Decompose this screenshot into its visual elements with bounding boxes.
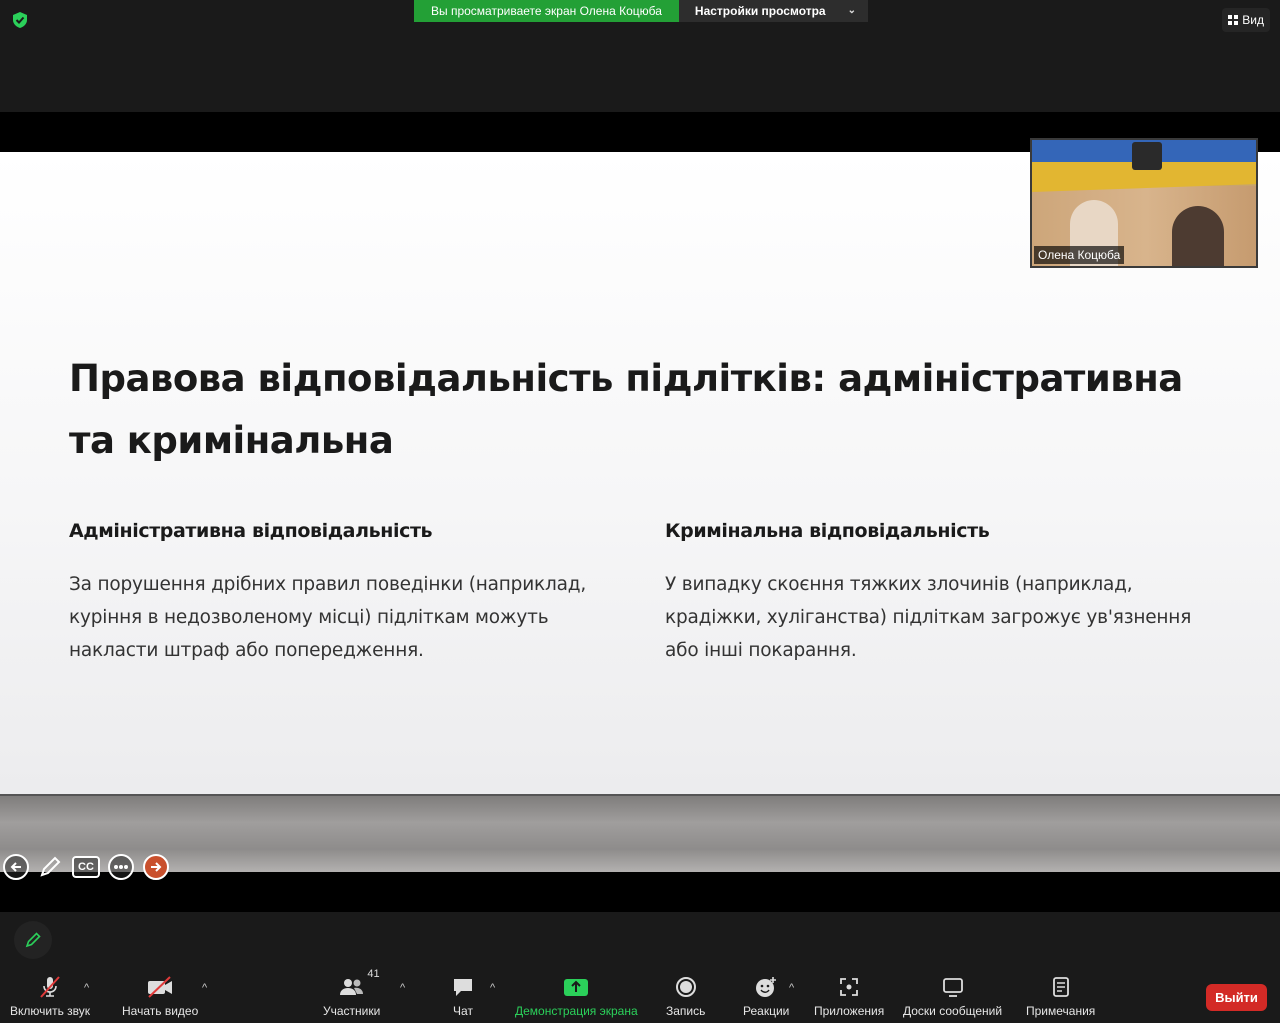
admin-heading: Адміністративна відповідальність bbox=[69, 520, 433, 542]
participants-options-caret-icon[interactable]: ^ bbox=[400, 982, 405, 994]
share-screen-label: Демонстрация экрана bbox=[515, 1004, 638, 1018]
next-slide-icon[interactable] bbox=[143, 854, 169, 880]
chat-button[interactable]: Чат bbox=[451, 974, 475, 1018]
share-screen-button[interactable]: Демонстрация экрана bbox=[515, 974, 638, 1018]
admin-column: Адміністративна відповідальність За пору… bbox=[69, 520, 629, 667]
closed-captions-button[interactable]: CC bbox=[72, 856, 100, 878]
slide-footer-image bbox=[0, 794, 1280, 872]
participant-person-2 bbox=[1172, 206, 1224, 266]
leave-button[interactable]: Выйти bbox=[1206, 984, 1267, 1011]
reactions-label: Реакции bbox=[743, 1004, 790, 1018]
notes-label: Примечания bbox=[1026, 1004, 1096, 1018]
unmute-label: Включить звук bbox=[10, 1004, 91, 1018]
whiteboards-button[interactable]: Доски сообщений bbox=[903, 974, 1002, 1018]
previous-slide-icon[interactable] bbox=[3, 854, 29, 880]
start-video-button[interactable]: Начать видео bbox=[122, 974, 198, 1018]
view-settings-label: Настройки просмотра bbox=[694, 4, 826, 18]
chat-bubble-icon bbox=[451, 974, 475, 1000]
record-label: Запись bbox=[666, 1004, 706, 1018]
reactions-options-caret-icon[interactable]: ^ bbox=[789, 982, 794, 994]
participants-label: Участники bbox=[323, 1004, 381, 1018]
whiteboard-icon bbox=[941, 974, 965, 1000]
camera-off-icon bbox=[146, 974, 174, 1000]
viewing-screen-label: Вы просматриваете экран Олена Коцюба bbox=[414, 0, 679, 22]
zoom-window: Вы просматриваете экран Олена Коцюба Нас… bbox=[0, 0, 1280, 1023]
participants-icon: 41 bbox=[338, 968, 380, 1000]
participant-video-thumbnail[interactable]: Олена Коцюба bbox=[1030, 138, 1258, 268]
pen-icon[interactable] bbox=[37, 854, 63, 880]
whiteboards-label: Доски сообщений bbox=[903, 1004, 1003, 1018]
record-icon bbox=[675, 974, 697, 1000]
audio-options-caret-icon[interactable]: ^ bbox=[84, 982, 89, 994]
security-shield-icon[interactable] bbox=[11, 11, 29, 29]
admin-text: За порушення дрібних правил поведінки (н… bbox=[69, 574, 587, 661]
pencil-icon bbox=[25, 932, 41, 948]
participant-name-label: Олена Коцюба bbox=[1034, 246, 1125, 264]
grid-icon bbox=[1228, 15, 1239, 25]
trident-emblem bbox=[1132, 142, 1162, 170]
criminal-heading: Кримінальна відповідальність bbox=[665, 520, 990, 542]
apps-label: Приложения bbox=[814, 1004, 885, 1018]
video-options-caret-icon[interactable]: ^ bbox=[202, 982, 207, 994]
view-settings-button[interactable]: Настройки просмотра ⌄ bbox=[678, 0, 868, 22]
apps-icon bbox=[838, 974, 860, 1000]
view-button[interactable]: Вид bbox=[1222, 8, 1270, 32]
notes-icon bbox=[1051, 974, 1071, 1000]
screen-share-banner: Вы просматриваете экран Олена Коцюба Нас… bbox=[414, 0, 868, 22]
meeting-toolbar: Включить звук ^ Начать видео ^ 41 Участн… bbox=[0, 966, 1280, 1023]
microphone-muted-icon bbox=[37, 974, 63, 1000]
annotate-pen-button[interactable] bbox=[14, 921, 52, 959]
view-label: Вид bbox=[1242, 13, 1264, 27]
participants-count: 41 bbox=[367, 968, 380, 980]
unmute-button[interactable]: Включить звук bbox=[10, 974, 90, 1018]
start-video-label: Начать видео bbox=[122, 1004, 199, 1018]
chat-options-caret-icon[interactable]: ^ bbox=[490, 982, 495, 994]
chat-label: Чат bbox=[453, 1004, 473, 1018]
share-screen-icon bbox=[563, 974, 589, 1000]
more-options-icon[interactable] bbox=[108, 854, 134, 880]
slide-title: Правова відповідальність підлітків: адмі… bbox=[69, 357, 1183, 462]
notes-button[interactable]: Примечания bbox=[1026, 974, 1095, 1018]
record-button[interactable]: Запись bbox=[666, 974, 705, 1018]
apps-button[interactable]: Приложения bbox=[814, 974, 884, 1018]
criminal-text: У випадку скоєння тяжких злочинів (напри… bbox=[665, 574, 1192, 661]
criminal-column: Кримінальна відповідальність У випадку с… bbox=[665, 520, 1225, 667]
chevron-down-icon: ⌄ bbox=[847, 5, 856, 16]
participants-button[interactable]: 41 Участники bbox=[323, 968, 381, 1018]
reactions-button[interactable]: Реакции bbox=[743, 974, 789, 1018]
smiley-add-icon bbox=[754, 974, 778, 1000]
